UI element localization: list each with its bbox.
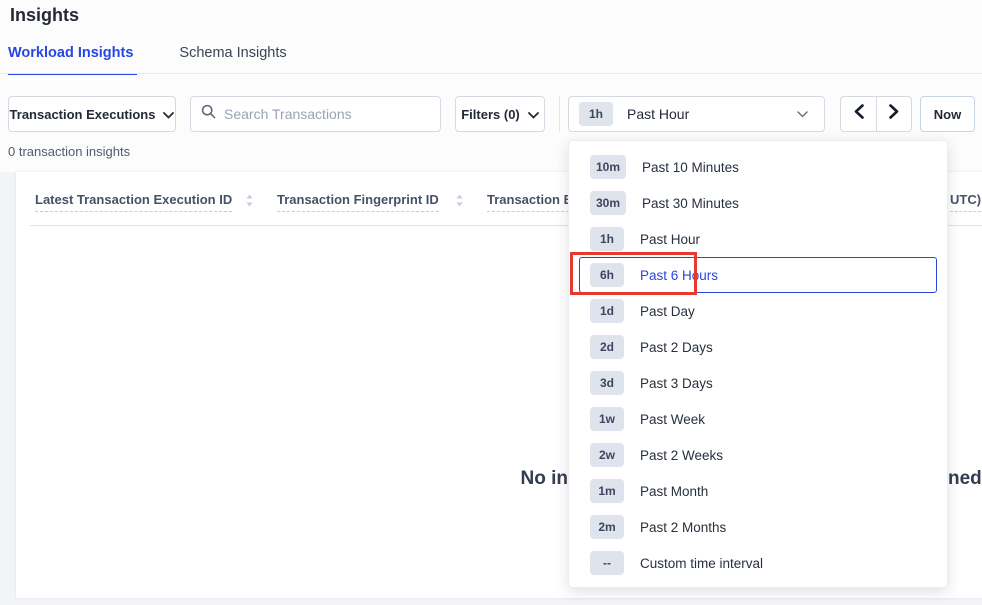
time-option-label: Past 2 Weeks bbox=[640, 448, 723, 463]
time-option-past-30-minutes[interactable]: 30m Past 30 Minutes bbox=[579, 185, 937, 221]
time-option-label: Past 10 Minutes bbox=[642, 160, 739, 175]
time-option-badge: 3d bbox=[590, 371, 624, 395]
filters-dropdown[interactable]: Filters (0) bbox=[455, 96, 545, 132]
sort-icon[interactable] bbox=[455, 194, 464, 212]
time-range-label: Past Hour bbox=[627, 106, 797, 122]
time-option-label: Past Week bbox=[640, 412, 705, 427]
time-option-label: Custom time interval bbox=[640, 556, 763, 571]
time-option-label: Past 30 Minutes bbox=[642, 196, 739, 211]
toolbar-divider bbox=[559, 96, 560, 132]
time-option-label: Past 2 Days bbox=[640, 340, 713, 355]
time-option-label: Past Hour bbox=[640, 232, 700, 247]
time-option-past-week[interactable]: 1w Past Week bbox=[579, 401, 937, 437]
time-option-past-2-months[interactable]: 2m Past 2 Months bbox=[579, 509, 937, 545]
time-option-badge: 10m bbox=[590, 155, 626, 179]
time-range-dropdown-trigger[interactable]: 1h Past Hour bbox=[568, 96, 825, 132]
filters-label: Filters (0) bbox=[461, 107, 520, 122]
time-option-badge: 6h bbox=[590, 263, 624, 287]
insights-count: 0 transaction insights bbox=[8, 144, 130, 159]
time-range-dropdown-menu: 10m Past 10 Minutes 30m Past 30 Minutes … bbox=[568, 140, 948, 588]
time-option-badge: 2m bbox=[590, 515, 624, 539]
chevron-down-icon bbox=[163, 107, 174, 122]
chevron-down-icon bbox=[797, 105, 808, 123]
time-option-label: Past 2 Months bbox=[640, 520, 726, 535]
time-option-past-10-minutes[interactable]: 10m Past 10 Minutes bbox=[579, 149, 937, 185]
tab-schema-insights[interactable]: Schema Insights bbox=[179, 45, 286, 73]
time-option-label: Past Day bbox=[640, 304, 695, 319]
time-option-past-3-days[interactable]: 3d Past 3 Days bbox=[579, 365, 937, 401]
now-button[interactable]: Now bbox=[920, 96, 975, 132]
time-option-badge: 30m bbox=[590, 191, 626, 215]
time-option-label: Past 3 Days bbox=[640, 376, 713, 391]
time-option-badge: 1m bbox=[590, 479, 624, 503]
time-option-badge: 1h bbox=[590, 227, 624, 251]
sort-icon[interactable] bbox=[245, 194, 254, 212]
chevron-left-icon bbox=[853, 104, 865, 124]
column-header-transaction-execution[interactable]: Transaction Ex bbox=[487, 192, 579, 212]
entity-type-label: Transaction Executions bbox=[10, 107, 156, 122]
column-header-transaction-fingerprint-id[interactable]: Transaction Fingerprint ID bbox=[277, 192, 439, 212]
previous-time-button[interactable] bbox=[840, 96, 876, 132]
time-option-custom-time-interval[interactable]: -- Custom time interval bbox=[579, 545, 937, 581]
time-option-past-2-weeks[interactable]: 2w Past 2 Weeks bbox=[579, 437, 937, 473]
time-option-badge: 1w bbox=[590, 407, 624, 431]
search-box[interactable] bbox=[190, 96, 441, 132]
time-option-past-month[interactable]: 1m Past Month bbox=[579, 473, 937, 509]
column-header-start-time-utc[interactable]: UTC) bbox=[950, 192, 981, 212]
column-header-latest-transaction-execution-id[interactable]: Latest Transaction Execution ID bbox=[35, 192, 232, 212]
next-time-button[interactable] bbox=[876, 96, 912, 132]
time-option-badge: 1d bbox=[590, 299, 624, 323]
time-nav-arrows bbox=[840, 96, 912, 132]
time-option-badge: 2w bbox=[590, 443, 624, 467]
search-icon bbox=[201, 104, 216, 124]
time-option-label: Past 6 Hours bbox=[640, 268, 718, 283]
time-option-past-6-hours[interactable]: 6h Past 6 Hours bbox=[579, 257, 937, 293]
time-option-past-hour[interactable]: 1h Past Hour bbox=[579, 221, 937, 257]
time-option-label: Past Month bbox=[640, 484, 708, 499]
page-title: Insights bbox=[10, 5, 79, 26]
tab-bar: Workload Insights Schema Insights bbox=[8, 45, 287, 73]
insights-page: Insights Workload Insights Schema Insigh… bbox=[0, 0, 982, 605]
time-option-past-2-days[interactable]: 2d Past 2 Days bbox=[579, 329, 937, 365]
tab-workload-insights[interactable]: Workload Insights bbox=[8, 45, 133, 73]
time-option-badge: -- bbox=[590, 551, 624, 575]
empty-state-message: ned. bbox=[948, 468, 982, 490]
chevron-down-icon bbox=[528, 107, 539, 122]
time-option-past-day[interactable]: 1d Past Day bbox=[579, 293, 937, 329]
time-range-badge: 1h bbox=[579, 102, 613, 126]
empty-state-message: No in bbox=[521, 468, 569, 490]
tab-bar-divider bbox=[0, 73, 982, 74]
entity-type-dropdown[interactable]: Transaction Executions bbox=[8, 96, 176, 132]
chevron-right-icon bbox=[888, 104, 900, 124]
time-option-badge: 2d bbox=[590, 335, 624, 359]
search-input[interactable] bbox=[224, 106, 430, 122]
